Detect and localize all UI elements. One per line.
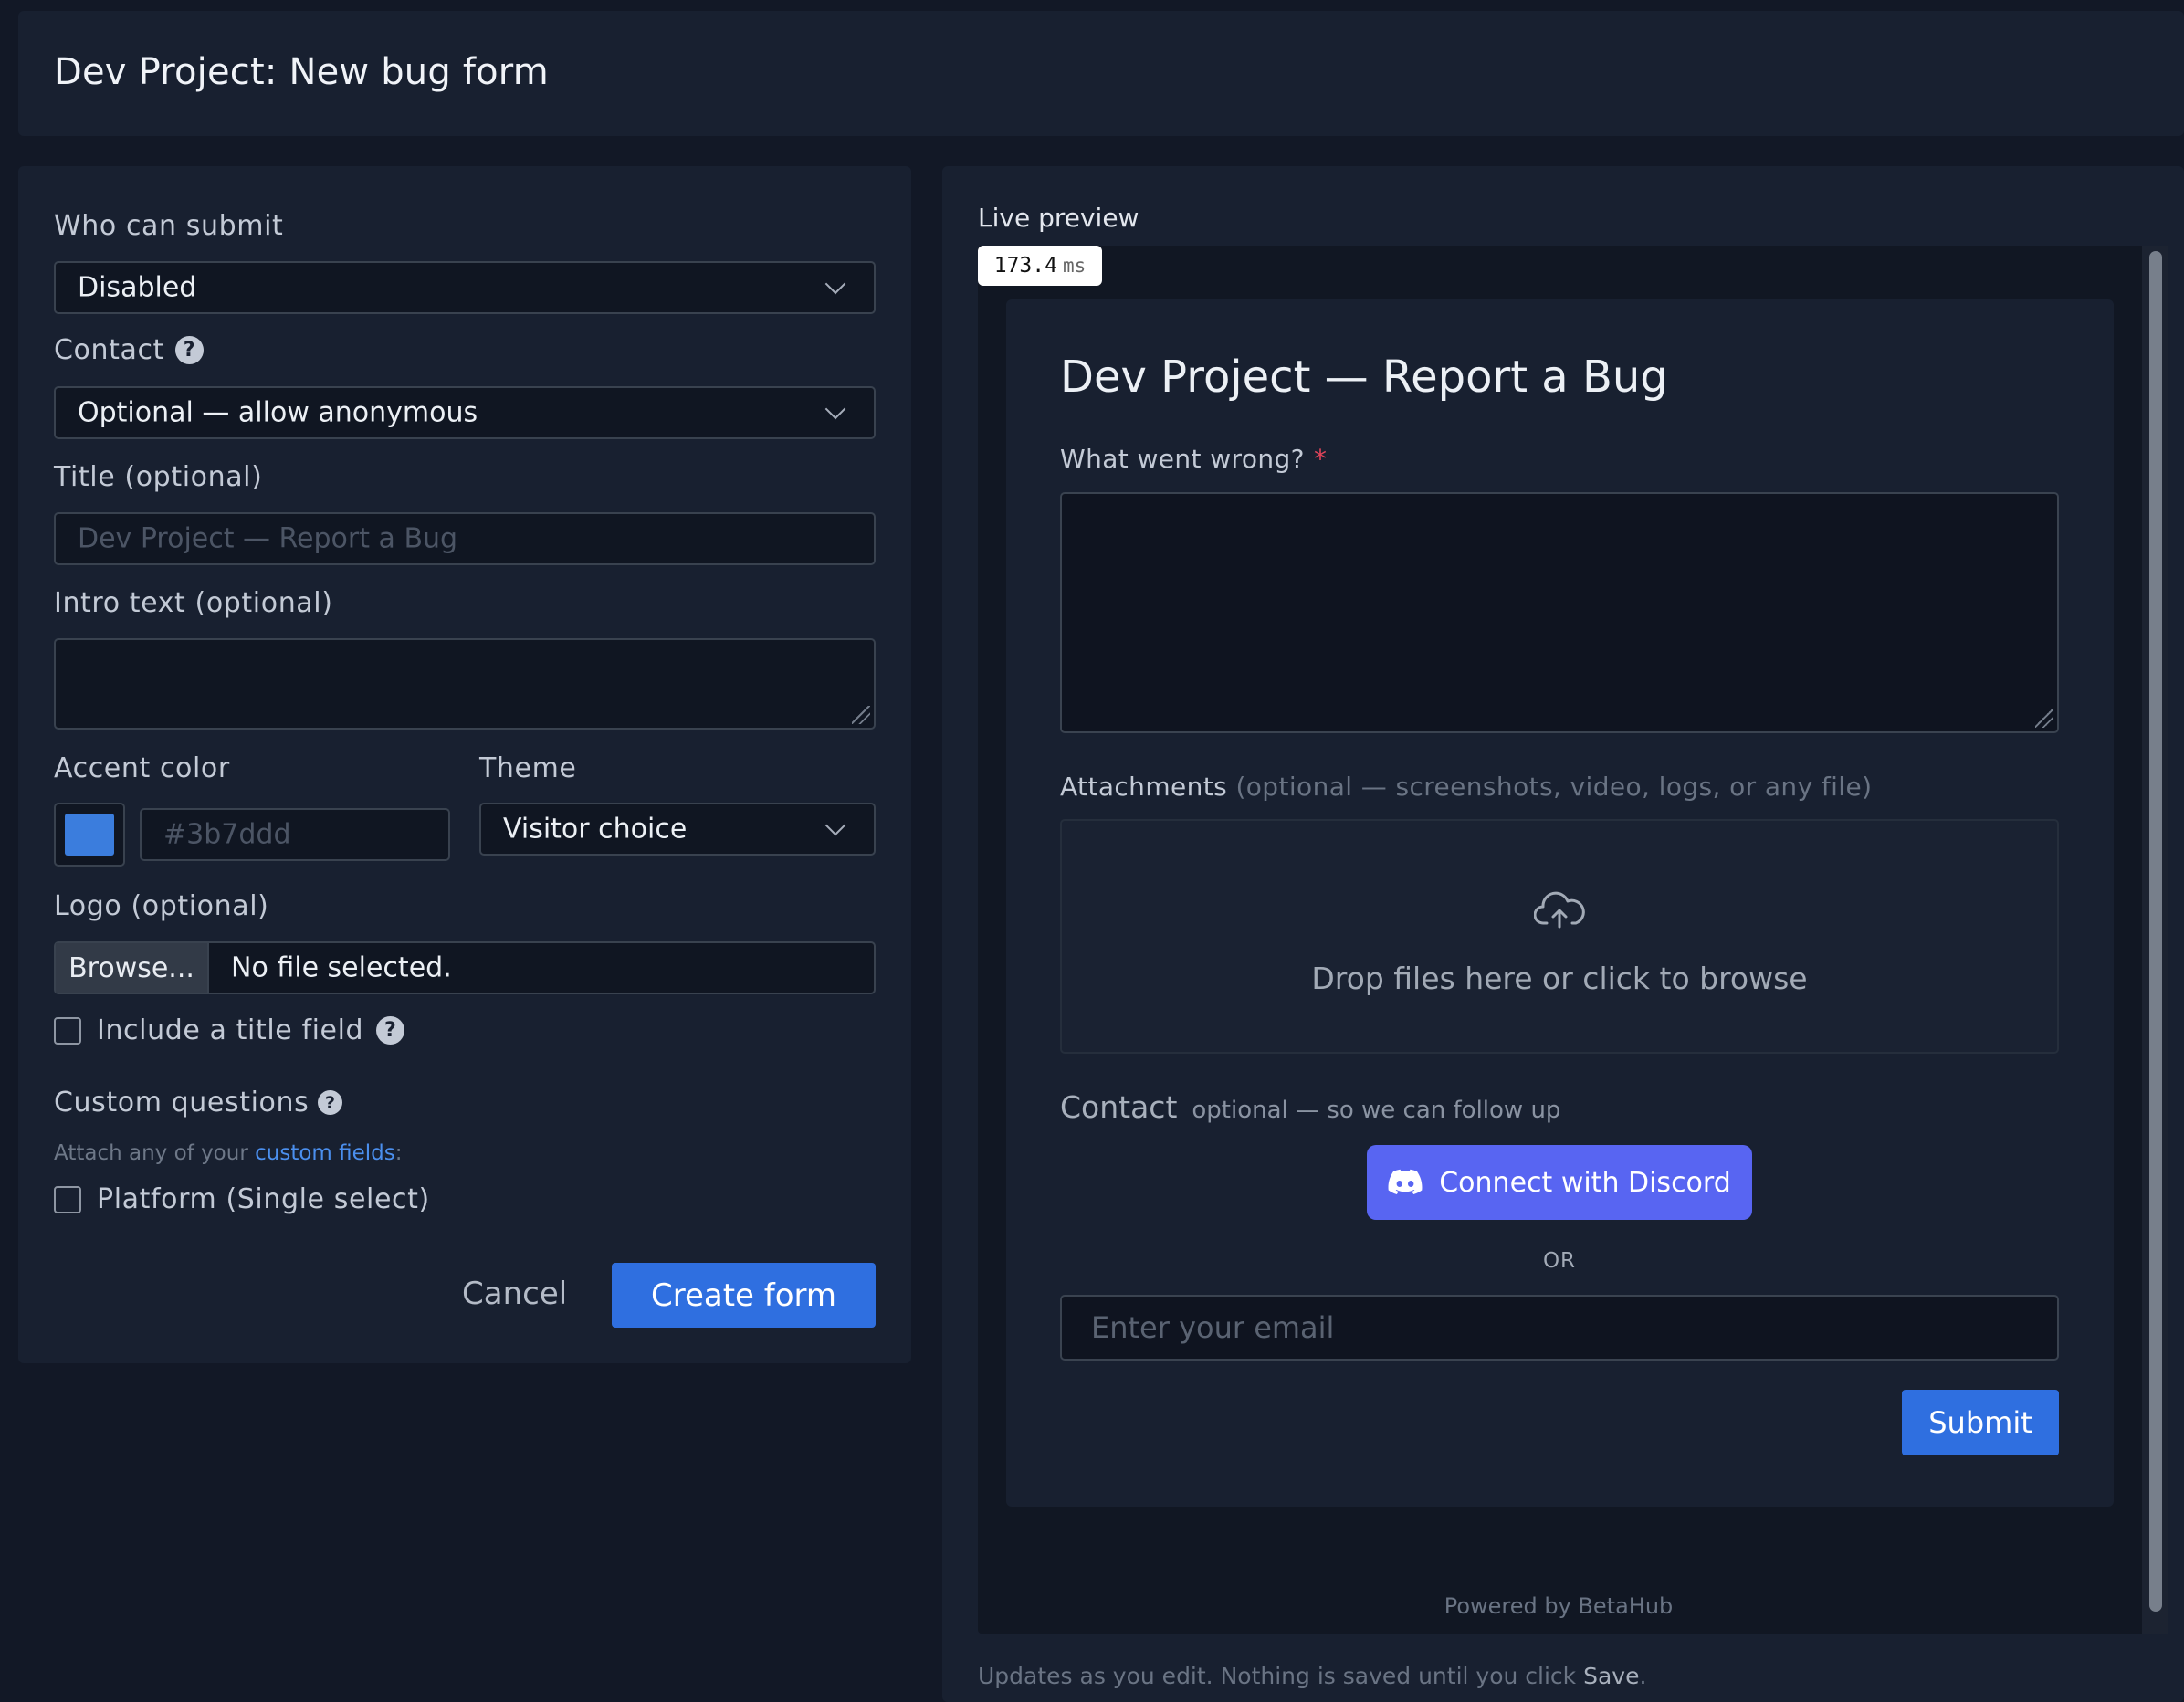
- accent-color-input[interactable]: #3b7ddd: [140, 808, 450, 861]
- render-time-unit: ms: [1062, 255, 1087, 277]
- attach-suffix: :: [394, 1141, 403, 1165]
- email-input-placeholder: Enter your email: [1091, 1310, 1335, 1345]
- page-title: Dev Project: New bug form: [54, 51, 549, 93]
- attachments-dropzone[interactable]: [1060, 819, 2059, 1054]
- title-label-text: Title (optional): [54, 461, 263, 493]
- preview-contact-row: Contact optional — so we can follow up: [1060, 1089, 1560, 1125]
- resize-handle-icon[interactable]: [852, 706, 870, 724]
- attach-text: Attach any of your: [54, 1141, 248, 1165]
- attachments-label: Attachments (optional — screenshots, vid…: [1060, 772, 1872, 802]
- what-went-wrong-text: What went wrong?: [1060, 444, 1305, 474]
- resize-handle-icon[interactable]: [2035, 709, 2053, 728]
- submit-button[interactable]: Submit: [1902, 1390, 2059, 1455]
- title-input-placeholder: Dev Project — Report a Bug: [78, 522, 458, 555]
- what-went-wrong-textarea[interactable]: [1060, 492, 2059, 733]
- attach-custom-fields-text: Attach any of your custom fields:: [54, 1141, 402, 1165]
- or-divider: OR: [1542, 1249, 1577, 1273]
- cloud-upload-icon: [1534, 891, 1585, 929]
- intro-text-label-text: Intro text (optional): [54, 587, 333, 619]
- chevron-down-icon: [824, 814, 846, 836]
- accent-color-label: Accent color: [54, 752, 230, 784]
- contact-select[interactable]: Optional — allow anonymous: [54, 386, 876, 439]
- intro-text-label: Intro text (optional): [54, 587, 333, 619]
- footer-note-save: Save: [1583, 1663, 1640, 1689]
- intro-textarea[interactable]: [54, 638, 876, 730]
- accent-color-placeholder: #3b7ddd: [163, 818, 291, 851]
- preview-contact-hint: optional — so we can follow up: [1192, 1097, 1561, 1124]
- discord-icon: [1388, 1169, 1423, 1194]
- contact-label-text: Contact: [54, 334, 164, 366]
- include-title-label-text: Include a title field: [97, 1014, 364, 1046]
- powered-by-text: Powered by BetaHub: [1444, 1593, 1674, 1619]
- dropzone-text: Drop files here or click to browse: [1311, 961, 1808, 996]
- theme-value: Visitor choice: [503, 813, 688, 846]
- connect-discord-button[interactable]: Connect with Discord: [1367, 1145, 1752, 1220]
- required-mark: *: [1313, 444, 1328, 474]
- help-icon[interactable]: ?: [376, 1016, 405, 1045]
- who-can-submit-label-text: Who can submit: [54, 210, 284, 242]
- accent-color-swatch: [65, 814, 114, 856]
- theme-label: Theme: [479, 752, 576, 784]
- title-label: Title (optional): [54, 461, 262, 493]
- include-title-checkbox[interactable]: [54, 1017, 81, 1045]
- contact-value: Optional — allow anonymous: [78, 396, 478, 429]
- help-icon[interactable]: ?: [318, 1090, 343, 1115]
- platform-label-text: Platform (Single select): [97, 1183, 430, 1215]
- include-title-label: Include a title field ?: [97, 1014, 405, 1046]
- contact-label: Contact ?: [54, 334, 204, 366]
- theme-label-text: Theme: [479, 752, 577, 784]
- create-form-button[interactable]: Create form: [612, 1263, 876, 1328]
- footer-note-suffix: .: [1639, 1663, 1647, 1689]
- help-icon[interactable]: ?: [174, 336, 204, 364]
- attachments-label-text: Attachments: [1060, 772, 1228, 802]
- theme-select[interactable]: Visitor choice: [479, 803, 876, 856]
- accent-color-label-text: Accent color: [54, 752, 230, 784]
- render-time-badge: 173.4 ms: [978, 246, 1102, 286]
- logo-label: Logo (optional): [54, 890, 268, 922]
- page-header: Dev Project: New bug form: [18, 11, 2184, 136]
- what-went-wrong-label: What went wrong? *: [1060, 444, 1327, 474]
- platform-label: Platform (Single select): [97, 1183, 430, 1215]
- accent-color-picker[interactable]: [54, 803, 125, 867]
- logo-label-text: Logo (optional): [54, 890, 269, 922]
- custom-questions-label-text: Custom questions: [54, 1087, 310, 1119]
- who-can-submit-value: Disabled: [78, 271, 197, 304]
- render-time-value: 173.4: [993, 254, 1057, 278]
- who-can-submit-label: Who can submit: [54, 210, 283, 242]
- preview-contact-label: Contact: [1060, 1089, 1178, 1125]
- logo-file-input[interactable]: Browse... No file selected.: [54, 941, 876, 994]
- footer-note: Updates as you edit. Nothing is saved un…: [978, 1663, 1646, 1689]
- footer-note-prefix: Updates as you edit. Nothing is saved un…: [978, 1663, 1577, 1689]
- who-can-submit-select[interactable]: Disabled: [54, 261, 876, 314]
- cancel-button[interactable]: Cancel: [462, 1276, 567, 1312]
- chevron-down-icon: [824, 273, 846, 295]
- browse-button[interactable]: Browse...: [56, 943, 209, 993]
- custom-fields-link[interactable]: custom fields: [255, 1141, 395, 1165]
- file-status: No file selected.: [231, 951, 452, 984]
- email-input[interactable]: Enter your email: [1060, 1295, 2059, 1361]
- attachments-hint: (optional — screenshots, video, logs, or…: [1235, 772, 1873, 802]
- platform-checkbox[interactable]: [54, 1186, 81, 1213]
- preview-scrollbar-thumb[interactable]: [2149, 251, 2162, 1612]
- preview-form-title: Dev Project — Report a Bug: [1060, 352, 1668, 403]
- live-preview-label: Live preview: [978, 203, 1139, 233]
- chevron-down-icon: [824, 398, 846, 420]
- connect-discord-label: Connect with Discord: [1439, 1166, 1731, 1199]
- custom-questions-label: Custom questions ?: [54, 1087, 343, 1119]
- title-input[interactable]: Dev Project — Report a Bug: [54, 512, 876, 565]
